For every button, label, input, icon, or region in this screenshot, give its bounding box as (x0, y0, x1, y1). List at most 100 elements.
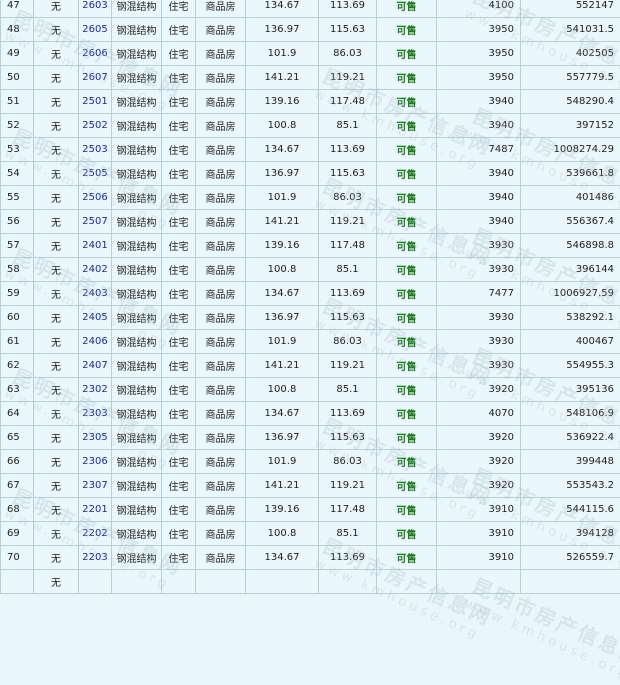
total-price-cell: 397152 (521, 114, 620, 138)
total-price-cell: 557779.5 (521, 66, 620, 90)
room-number-link[interactable]: 2603 (82, 0, 107, 11)
room-link: 2406 (79, 330, 112, 354)
total-price-cell: 539661.8 (521, 162, 620, 186)
usage-cell: 住宅 (162, 114, 196, 138)
room-link: 2306 (79, 450, 112, 474)
room-number-link[interactable]: 2506 (82, 192, 107, 203)
presale-cell: 无 (34, 450, 79, 474)
inner-area-cell: 85.1 (319, 114, 377, 138)
room-number-link[interactable]: 2606 (82, 48, 107, 59)
room-number-link[interactable]: 2303 (82, 408, 107, 419)
table-row: 66无2306钢混结构住宅商品房101.986.03可售3920399448 (1, 450, 620, 474)
inner-area-cell: 119.21 (319, 474, 377, 498)
room-number-link[interactable]: 2503 (82, 144, 107, 155)
unit-price-cell: 3920 (437, 474, 521, 498)
house-type-cell: 商品房 (196, 162, 246, 186)
inner-area-cell: 86.03 (319, 450, 377, 474)
total-price-cell: 553543.2 (521, 474, 620, 498)
presale-cell: 无 (34, 402, 79, 426)
building-area-cell: 100.8 (246, 258, 319, 282)
usage-cell: 住宅 (162, 378, 196, 402)
room-number-link[interactable]: 2402 (82, 264, 107, 275)
room-number-link[interactable]: 2201 (82, 504, 107, 515)
room-number-link[interactable]: 2302 (82, 384, 107, 395)
room-number-link[interactable]: 2502 (82, 120, 107, 131)
total-price-cell: 556367.4 (521, 210, 620, 234)
row-number: 69 (1, 522, 34, 546)
total-price-cell: 395136 (521, 378, 620, 402)
unit-price-cell: 3950 (437, 18, 521, 42)
house-type-cell: 商品房 (196, 402, 246, 426)
usage-cell: 住宅 (162, 186, 196, 210)
house-type-cell: 商品房 (196, 114, 246, 138)
room-number-link[interactable]: 2607 (82, 72, 107, 83)
building-area-cell: 141.21 (246, 354, 319, 378)
room-number-link[interactable]: 2307 (82, 480, 107, 491)
room-number-link[interactable]: 2407 (82, 360, 107, 371)
building-area-cell: 139.16 (246, 90, 319, 114)
row-number: 66 (1, 450, 34, 474)
room-number-link[interactable]: 2203 (82, 552, 107, 563)
row-number: 56 (1, 210, 34, 234)
room-link: 2501 (79, 90, 112, 114)
room-link: 2402 (79, 258, 112, 282)
presale-cell: 无 (34, 282, 79, 306)
room-number-link[interactable]: 2605 (82, 24, 107, 35)
unit-price-cell: 3940 (437, 90, 521, 114)
building-area-cell: 141.21 (246, 210, 319, 234)
room-number-link[interactable]: 2401 (82, 240, 107, 251)
status-cell: 可售 (377, 282, 437, 306)
room-number-link[interactable]: 2501 (82, 96, 107, 107)
room-number-link[interactable]: 2305 (82, 432, 107, 443)
total-price-cell: 548106.9 (521, 402, 620, 426)
usage-cell: 住宅 (162, 0, 196, 18)
inner-area-cell: 119.21 (319, 354, 377, 378)
room-number-link[interactable]: 2406 (82, 336, 107, 347)
table-row: 54无2505钢混结构住宅商品房136.97115.63可售3940539661… (1, 162, 620, 186)
house-type-cell: 商品房 (196, 354, 246, 378)
structure-cell: 钢混结构 (112, 138, 162, 162)
structure-cell: 钢混结构 (112, 114, 162, 138)
room-link: 2606 (79, 42, 112, 66)
table-row: 52无2502钢混结构住宅商品房100.885.1可售3940397152 (1, 114, 620, 138)
structure-cell (112, 570, 162, 594)
house-type-cell: 商品房 (196, 426, 246, 450)
unit-price-cell: 3930 (437, 258, 521, 282)
usage-cell: 住宅 (162, 42, 196, 66)
room-number-link[interactable]: 2507 (82, 216, 107, 227)
unit-price-cell: 3920 (437, 378, 521, 402)
building-area-cell: 100.8 (246, 522, 319, 546)
inner-area-cell: 113.69 (319, 402, 377, 426)
room-number-link[interactable]: 2202 (82, 528, 107, 539)
table-row: 53无2503钢混结构住宅商品房134.67113.69可售7487100827… (1, 138, 620, 162)
house-type-cell: 商品房 (196, 90, 246, 114)
presale-cell: 无 (34, 18, 79, 42)
inner-area-cell: 86.03 (319, 186, 377, 210)
status-cell: 可售 (377, 354, 437, 378)
total-price-cell: 396144 (521, 258, 620, 282)
inner-area-cell: 113.69 (319, 138, 377, 162)
table-body: 47无2603钢混结构住宅商品房134.67113.69可售4100552147… (1, 0, 620, 594)
unit-price-cell: 3930 (437, 234, 521, 258)
status-cell: 可售 (377, 0, 437, 18)
room-number-link[interactable]: 2403 (82, 288, 107, 299)
room-link: 2303 (79, 402, 112, 426)
structure-cell: 钢混结构 (112, 546, 162, 570)
presale-cell: 无 (34, 498, 79, 522)
room-number-link[interactable]: 2505 (82, 168, 107, 179)
room-number-link[interactable]: 2306 (82, 456, 107, 467)
row-number: 68 (1, 498, 34, 522)
presale-cell: 无 (34, 546, 79, 570)
building-area-cell: 134.67 (246, 402, 319, 426)
usage-cell: 住宅 (162, 354, 196, 378)
house-type-cell: 商品房 (196, 210, 246, 234)
building-area-cell: 100.8 (246, 114, 319, 138)
total-price-cell: 541031.5 (521, 18, 620, 42)
table-row: 47无2603钢混结构住宅商品房134.67113.69可售4100552147 (1, 0, 620, 18)
presale-cell: 无 (34, 330, 79, 354)
house-type-cell: 商品房 (196, 306, 246, 330)
total-price-cell: 548290.4 (521, 90, 620, 114)
room-number-link[interactable]: 2405 (82, 312, 107, 323)
row-number: 47 (1, 0, 34, 18)
room-link: 2203 (79, 546, 112, 570)
